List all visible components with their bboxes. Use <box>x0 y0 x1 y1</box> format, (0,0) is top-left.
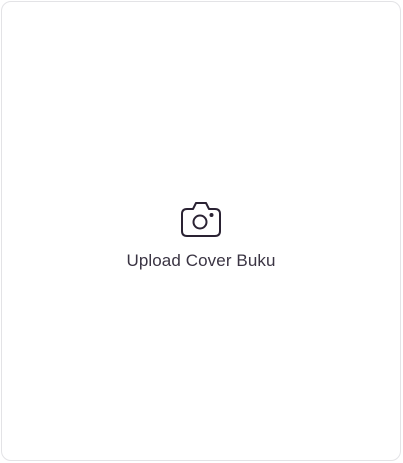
upload-cover-dropzone[interactable]: Upload Cover Buku <box>1 1 401 461</box>
camera-icon <box>179 199 223 239</box>
upload-label: Upload Cover Buku <box>126 251 276 270</box>
